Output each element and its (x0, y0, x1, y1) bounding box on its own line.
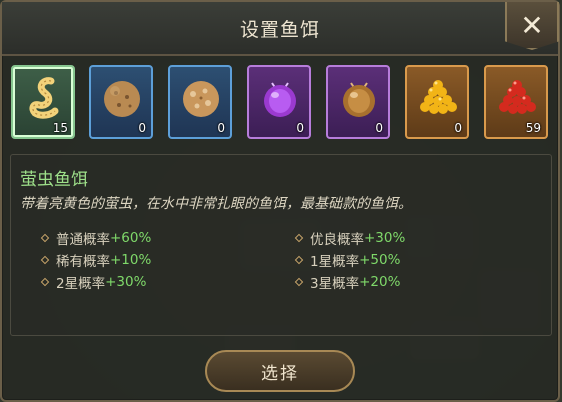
bait-slot-red-roe[interactable]: 59 (484, 65, 548, 139)
stat-item: 3星概率 +20% (294, 272, 401, 292)
bait-slot-golden-pellets[interactable]: 0 (405, 65, 469, 139)
bait-dialog: 设置鱼饵 ✕ 15 0 0 0 0 0 59 萤虫鱼饵 带着亮黄色的萤虫，在水中… (0, 0, 560, 402)
stat-item: 优良概率 +30% (294, 228, 406, 248)
bait-count: 0 (454, 121, 462, 135)
bait-count: 0 (296, 121, 304, 135)
diamond-bullet-icon (294, 255, 304, 265)
stat-value: +60% (110, 230, 152, 246)
bait-slot-worm[interactable]: 15 (11, 65, 75, 139)
stat-label: 稀有概率 (56, 254, 110, 270)
bait-count: 0 (217, 121, 225, 135)
close-icon: ✕ (520, 8, 544, 42)
bait-slot-bronze-beetle[interactable]: 0 (326, 65, 390, 139)
stat-item: 普通概率 +60% (40, 228, 152, 248)
stat-item: 稀有概率 +10% (40, 250, 152, 270)
stat-item: 1星概率 +50% (294, 250, 401, 270)
diamond-bullet-icon (294, 277, 304, 287)
purple-beetle-icon (264, 82, 296, 117)
bait-count: 0 (138, 121, 146, 135)
stat-label: 3星概率 (310, 276, 360, 292)
brown-ball-icon (104, 81, 140, 117)
diamond-bullet-icon (40, 255, 50, 265)
speckled-ball-icon (183, 81, 219, 117)
bait-count: 0 (375, 121, 383, 135)
red-roe-icon (499, 80, 536, 114)
stat-label: 1星概率 (310, 254, 360, 270)
bait-count: 59 (525, 121, 541, 135)
golden-pellets-icon (420, 80, 457, 114)
bait-name: 萤虫鱼饵 (20, 170, 88, 190)
stat-item: 2星概率 +30% (40, 272, 147, 292)
stat-label: 普通概率 (56, 232, 110, 248)
diamond-bullet-icon (294, 233, 304, 243)
stat-value: +10% (110, 252, 152, 268)
stat-value: +20% (359, 274, 401, 290)
bait-slot-purple-beetle[interactable]: 0 (247, 65, 311, 139)
stat-value: +30% (364, 230, 406, 246)
bait-count: 15 (52, 121, 68, 135)
select-button[interactable]: 选择 (205, 350, 355, 392)
dialog-title-bar: 设置鱼饵 (2, 2, 558, 56)
bait-slot-speckled-ball[interactable]: 0 (168, 65, 232, 139)
stat-value: +50% (359, 252, 401, 268)
worm-icon (29, 77, 59, 119)
dialog-title: 设置鱼饵 (239, 19, 320, 41)
stat-label: 优良概率 (310, 232, 364, 248)
stat-value: +30% (105, 274, 147, 290)
bait-description: 带着亮黄色的萤虫，在水中非常扎眼的鱼饵，最基础款的鱼饵。 (20, 196, 412, 212)
diamond-bullet-icon (40, 277, 50, 287)
diamond-bullet-icon (40, 233, 50, 243)
bait-slot-brown-ball[interactable]: 0 (89, 65, 153, 139)
close-button[interactable]: ✕ (505, 2, 559, 50)
bronze-beetle-icon (343, 82, 375, 117)
stat-label: 2星概率 (56, 276, 106, 292)
